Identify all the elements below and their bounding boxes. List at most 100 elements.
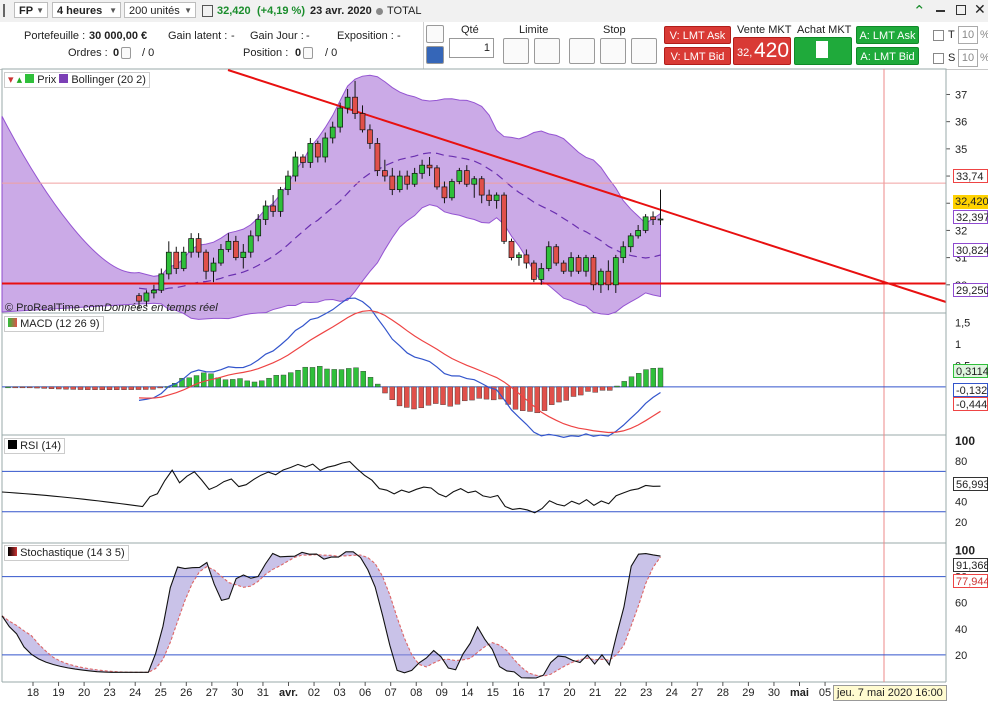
x-axis-label: 23: [640, 687, 652, 699]
macd-histogram-bar: [259, 380, 265, 388]
candle-body: [493, 194, 500, 201]
candle-body: [277, 189, 284, 212]
stoch-swatch: [8, 547, 17, 556]
candle-body: [233, 240, 239, 258]
candle-body: [382, 170, 388, 177]
expand-up-icon[interactable]: ▴: [17, 74, 23, 86]
macd-histogram-bar: [425, 386, 432, 406]
macd-histogram-bar: [440, 386, 446, 405]
macd-histogram-bar: [114, 386, 120, 390]
macd-histogram-bar: [628, 376, 635, 388]
candle-body: [165, 251, 172, 275]
x-axis-label: 23: [104, 687, 116, 699]
candle-body: [203, 251, 209, 272]
macd-histogram-bar: [621, 381, 627, 388]
macd-histogram-bar: [215, 377, 221, 388]
stoch-legend[interactable]: Stochastique (14 3 5): [4, 545, 129, 561]
x-axis-label: 22: [615, 687, 627, 699]
macd-axis-label: 1: [955, 339, 961, 351]
x-axis-label: 14: [461, 687, 473, 699]
candle-body: [143, 292, 150, 302]
macd-histogram-bar: [643, 369, 649, 388]
macd-histogram-bar: [56, 386, 62, 390]
candle-body: [627, 235, 634, 248]
macd-histogram-bar: [295, 369, 301, 388]
rsi-legend[interactable]: RSI (14): [4, 438, 66, 454]
macd-histogram-bar: [541, 386, 548, 411]
macd-legend[interactable]: MACD (12 26 9): [4, 316, 104, 332]
stoch-d-tag: 77,944: [953, 574, 988, 588]
stoch-k-tag: 91,368: [953, 558, 988, 572]
rsi-legend-label: RSI (14): [20, 440, 62, 452]
price-legend[interactable]: ▾ ▴ Prix Bollinger (20 2): [4, 72, 150, 88]
price-axis-label: 37: [955, 89, 967, 101]
price-axis-label: 32: [955, 225, 967, 237]
candle-body: [657, 218, 664, 221]
macd-axis-label: 1,5: [955, 318, 970, 330]
rsi-swatch: [8, 440, 17, 449]
macd-histogram-bar: [389, 386, 395, 400]
macd-histogram-bar: [411, 386, 417, 410]
x-axis-label: 26: [180, 687, 192, 699]
rsi-tag: 56,993: [953, 477, 988, 491]
macd-histogram-bar: [63, 386, 69, 390]
macd-histogram-bar: [222, 379, 229, 388]
candle-body: [620, 246, 627, 258]
bb-lower-tag: 29,250: [953, 283, 988, 297]
candle-body: [188, 238, 194, 253]
macd-histogram-bar: [27, 386, 33, 389]
macd-histogram-bar: [85, 386, 91, 390]
collapse-icon[interactable]: ▾: [8, 74, 14, 86]
candle-body: [195, 238, 202, 253]
candle-body: [523, 254, 530, 264]
macd-histogram-bar: [143, 386, 149, 390]
x-axis-label: 07: [385, 687, 397, 699]
x-axis-label: avr.: [279, 687, 298, 699]
chart-canvas[interactable]: 37363534333231301,510,501008060402010080…: [0, 0, 988, 700]
rsi-axis-label: 100: [955, 434, 975, 448]
candle-body: [374, 143, 381, 171]
candle-body: [545, 246, 552, 269]
x-axis-label: 16: [512, 687, 524, 699]
macd-histogram-bar: [19, 386, 26, 389]
macd-histogram-bar: [353, 367, 359, 388]
x-axis-label: 05: [819, 687, 831, 699]
candle-body: [337, 107, 343, 128]
x-axis-label: 28: [717, 687, 729, 699]
macd-histogram-bar: [77, 386, 84, 390]
stoch-axis-label: 100: [955, 544, 975, 558]
candle-body: [650, 216, 656, 220]
x-axis-label: 24: [129, 687, 141, 699]
candle-body: [285, 175, 291, 190]
candle-body: [307, 143, 314, 163]
candle-body: [426, 164, 433, 169]
macd-histogram-bar: [302, 366, 308, 388]
bb-upper-tag: 32,397: [953, 210, 988, 224]
x-axis-label: 17: [538, 687, 550, 699]
x-axis-label: 21: [589, 687, 601, 699]
macd-histogram-bar: [99, 386, 105, 390]
cursor-date-label: jeu. 7 mai 2020 16:00: [833, 685, 947, 701]
macd-swatch: [8, 318, 17, 327]
macd-histogram-bar: [41, 386, 47, 389]
stoch-legend-label: Stochastique (14 3 5): [20, 547, 125, 559]
candle-body: [605, 270, 612, 286]
macd-histogram-bar: [331, 369, 337, 388]
x-axis-label: 30: [768, 687, 780, 699]
macd-histogram-bar: [237, 378, 243, 388]
prix-swatch: [25, 74, 35, 83]
rsi-axis-label: 40: [955, 497, 967, 509]
x-axis-label: 31: [257, 687, 269, 699]
candle-body: [538, 268, 545, 280]
candle-body: [463, 170, 470, 185]
candle-body: [434, 167, 440, 188]
rsi-axis-label: 20: [955, 517, 967, 529]
candle-body: [255, 219, 262, 237]
candle-body: [329, 126, 336, 139]
bollinger-swatch: [59, 74, 69, 83]
x-axis-label: 29: [742, 687, 754, 699]
x-axis-label: 25: [155, 687, 167, 699]
candle-body: [210, 262, 217, 272]
macd-histogram-bar: [288, 372, 294, 388]
macd-histogram-bar: [273, 375, 279, 388]
